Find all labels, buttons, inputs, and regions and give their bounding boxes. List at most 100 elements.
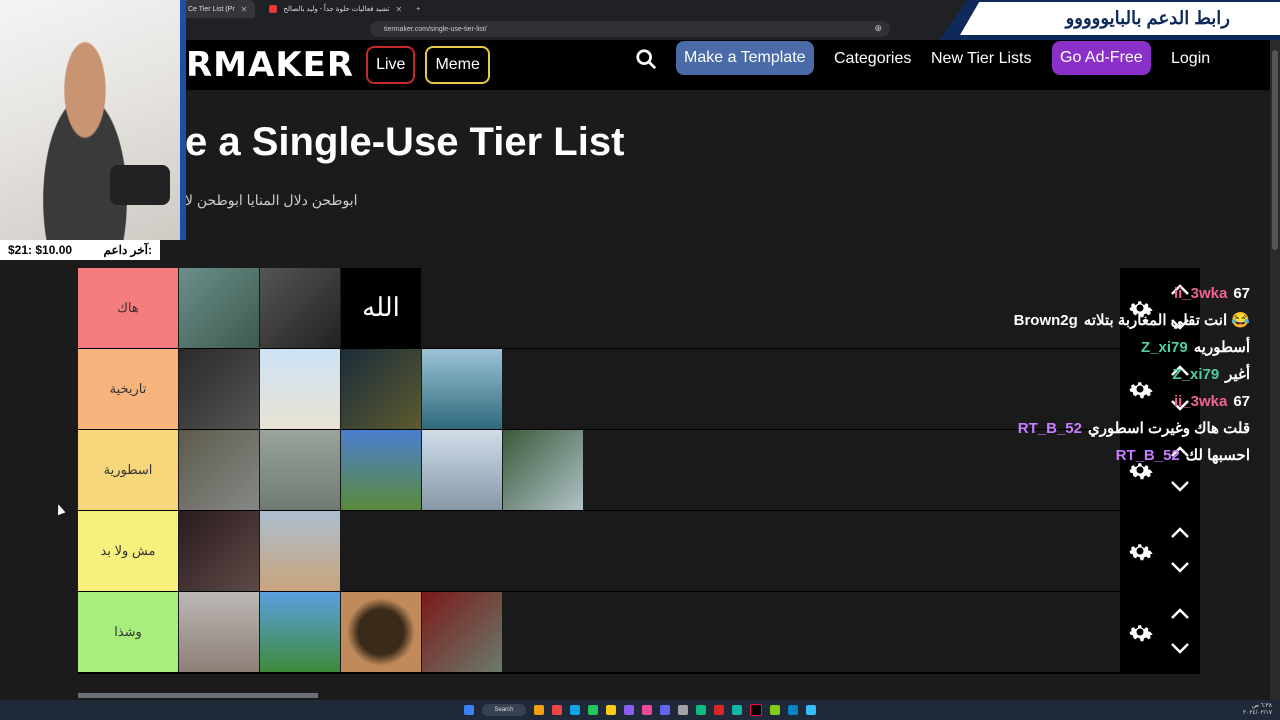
url-text: tiermaker.com/single-use-tier-list/ [384,25,487,33]
chat-text: قلت هاك وغيرت اسطوري [1088,420,1250,437]
chat-username: ii_3wka [1173,392,1228,410]
scroll-thumb[interactable] [1272,50,1278,250]
chat-message: Z_xi79 أغير [1172,363,1250,385]
donor-value: $21: $10.00 [8,243,73,257]
tab-youtube[interactable]: تشيد فعاليات حلوة جداً - وليد بالصالح ✕ [261,0,410,18]
chrome-icon[interactable] [606,705,616,715]
close-icon[interactable]: ✕ [395,5,402,14]
clock-time: ٦:٣٨ ص [1251,703,1272,709]
make-template-button[interactable]: Make a Template [676,41,814,75]
tab-label: تشيد فعاليات حلوة جداً - وليد بالصالح [283,6,390,13]
chat-message: RT_B_52 احسبها لك [1116,444,1250,466]
tier-item-waterfall-rocks[interactable] [503,430,583,510]
zoom-icon[interactable]: ⊕ [874,23,882,34]
streamer-image [20,40,150,240]
brave-icon[interactable] [552,705,562,715]
chat-username: ii_3wka [1173,284,1228,302]
tier-row[interactable]: مش ولا بد [78,511,1120,591]
tier-row[interactable]: وشذا [78,592,1120,672]
address-bar-row: tiermaker.com/single-use-tier-list/ ⊕ [180,20,940,38]
windows-start-icon[interactable] [464,705,474,715]
tier-label[interactable]: مش ولا بد [78,511,178,591]
gear-icon[interactable] [1126,618,1154,646]
app-icon[interactable] [696,705,706,715]
page-title: e a Single-Use Tier List [185,120,625,164]
tier-item-snowy-desert[interactable] [179,592,259,672]
gear-icon[interactable] [1126,537,1154,565]
chat-message: ii_3wka 67 [1174,282,1250,304]
chat-username: RT_B_52 [1017,419,1082,437]
system-clock[interactable]: ٦:٣٨ ص ٢٠٢٤/٠٢/١٧ [1243,703,1272,717]
app-icon[interactable] [624,705,634,715]
tier-item-landscape-lake[interactable] [179,268,259,348]
tier-item-minecraft-house[interactable] [260,592,340,672]
new-tier-lists-link[interactable]: New Tier Lists [931,50,1031,68]
tier-item-sea-coast[interactable] [422,349,502,429]
app-icon[interactable] [788,705,798,715]
tier-item-palm-garden[interactable] [341,430,421,510]
edge-icon[interactable] [588,705,598,715]
tier-label[interactable]: هاك [78,268,178,348]
go-ad-free-button[interactable]: Go Ad-Free [1052,41,1151,75]
address-bar[interactable]: tiermaker.com/single-use-tier-list/ ⊕ [370,21,890,37]
next-section-preview [78,693,318,698]
app-icon[interactable] [642,705,652,715]
chat-text: أغير [1225,366,1250,383]
tab-tiermaker[interactable]: Ce Tier List (Pr ✕ [180,0,256,18]
page-scrollbar[interactable] [1270,40,1280,700]
login-link[interactable]: Login [1171,50,1210,68]
chat-username: RT_B_52 [1115,446,1180,464]
file-explorer-icon[interactable] [534,705,544,715]
live-button[interactable]: Live [366,46,416,84]
windows-taskbar: Search ٦:٣٨ ص ٢٠٢٤/٠٢/١٧ [0,700,1280,720]
tier-item-night-clouds[interactable] [179,349,259,429]
search-icon[interactable] [635,48,657,70]
chat-username: Z_xi79 [1172,365,1220,383]
chevron-down-icon[interactable] [1170,561,1190,573]
close-icon[interactable]: ✕ [241,5,248,14]
tier-row[interactable]: هاك الله [78,268,1120,348]
banner-text: رابط الدعم بالبايووووو [960,2,1280,35]
app-icon[interactable] [714,705,724,715]
tier-item-lecture-hall[interactable] [179,511,259,591]
chat-text: 67 [1233,392,1250,410]
tier-item-calm-sea[interactable] [260,430,340,510]
site-logo[interactable]: RMAKER [186,45,354,85]
tier-item-rainy-street[interactable] [260,268,340,348]
chat-text: احسبها لك [1185,447,1250,464]
webcam-border [180,0,186,240]
page-subtitle: ابوطحن دلال المنايا ابوطحن لا [185,192,358,208]
tier-item-mosque-minarets[interactable] [260,349,340,429]
tier-row[interactable]: اسطورية [78,430,1120,510]
tier-item-minecraft-interior[interactable] [422,592,502,672]
tier-item-allah-calligraphy[interactable]: الله [341,268,421,348]
categories-link[interactable]: Categories [834,50,911,68]
chevron-up-icon[interactable] [1170,527,1190,539]
tier-label[interactable]: اسطورية [78,430,178,510]
youtube-icon [269,5,278,13]
chevron-down-icon[interactable] [1170,642,1190,654]
tier-controls [1120,592,1200,672]
app-icon[interactable] [770,705,780,715]
tier-item-coffee-cup[interactable] [341,592,421,672]
chat-text: 67 [1233,284,1250,302]
tier-label[interactable]: تاريخية [78,349,178,429]
new-tab-button[interactable]: + [416,6,420,13]
taskbar-search[interactable]: Search [482,704,526,716]
app-icon[interactable] [678,705,688,715]
tiktok-icon[interactable] [750,704,762,716]
tier-row[interactable]: تاريخية [78,349,1120,429]
chat-message: ii_3wka 67 [1174,390,1250,412]
app-icon[interactable] [806,705,816,715]
chevron-up-icon[interactable] [1170,608,1190,620]
chevron-down-icon[interactable] [1170,480,1190,492]
tier-item-palm-trees-night[interactable] [341,349,421,429]
meme-button[interactable]: Meme [425,46,490,84]
tier-item-yellow-flower[interactable] [260,511,340,591]
store-icon[interactable] [570,705,580,715]
discord-icon[interactable] [660,705,670,715]
tier-item-rocky-shore[interactable] [179,430,259,510]
tier-label[interactable]: وشذا [78,592,178,672]
app-icon[interactable] [732,705,742,715]
tier-item-river-view[interactable] [422,430,502,510]
